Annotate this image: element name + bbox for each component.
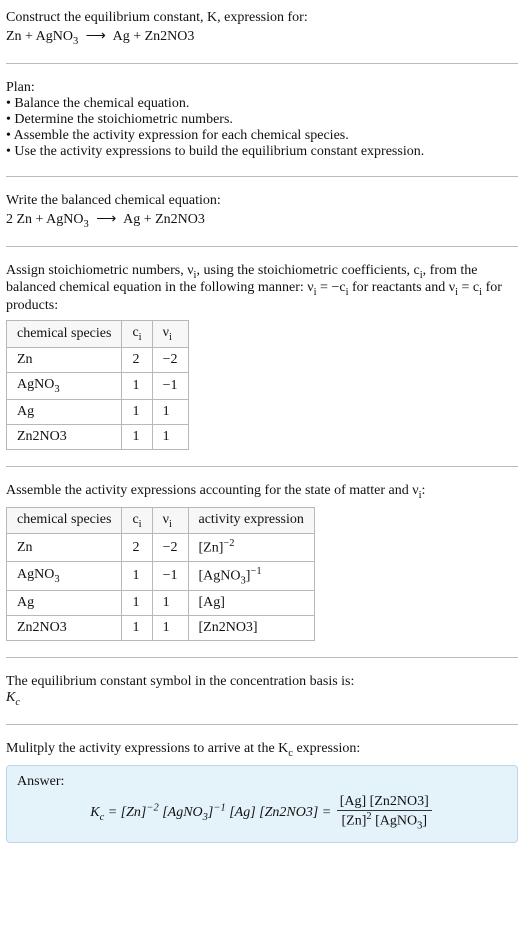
divider [6, 246, 518, 247]
stoich-table: chemical species ci νi Zn 2 −2 AgNO3 1 −… [6, 320, 189, 450]
multiply-text: Mulitply the activity expressions to arr… [6, 741, 518, 759]
cell: 1 [122, 424, 152, 449]
cell: 1 [122, 591, 152, 616]
cell: [Zn2NO3] [188, 616, 314, 641]
cell: Ag [7, 399, 122, 424]
col-header: ci [122, 321, 152, 348]
divider [6, 176, 518, 177]
divider [6, 724, 518, 725]
cell: 1 [122, 372, 152, 399]
kc-symbol: Kc [6, 690, 518, 708]
table-header-row: chemical species ci νi activity expressi… [7, 507, 315, 534]
arrow-icon: ⟶ [92, 212, 120, 227]
plan-item: • Assemble the activity expression for e… [6, 128, 518, 144]
fraction-denominator: [Zn]2 [AgNO3] [337, 811, 432, 831]
answer-box: Answer: Kc = [Zn]−2 [AgNO3]−1 [Ag] [Zn2N… [6, 765, 518, 842]
assign-text: Assign stoichiometric numbers, νi, using… [6, 263, 518, 315]
balanced-equation: 2 Zn + AgNO3 ⟶ Ag + Zn2NO3 [6, 211, 518, 230]
cell: 1 [152, 591, 188, 616]
eq-rhs: Ag + Zn2NO3 [123, 212, 205, 227]
plan-item: • Determine the stoichiometric numbers. [6, 112, 518, 128]
cell: −1 [152, 372, 188, 399]
table-row: AgNO3 1 −1 [7, 372, 189, 399]
col-header: νi [152, 507, 188, 534]
table-header-row: chemical species ci νi [7, 321, 189, 348]
table-row: Zn2NO3 1 1 [Zn2NO3] [7, 616, 315, 641]
col-header: νi [152, 321, 188, 348]
table-row: Ag 1 1 [Ag] [7, 591, 315, 616]
col-header: activity expression [188, 507, 314, 534]
plan-header: Plan: [6, 80, 518, 96]
col-header: chemical species [7, 507, 122, 534]
cell: Zn2NO3 [7, 424, 122, 449]
basis-text: The equilibrium constant symbol in the c… [6, 674, 518, 690]
cell: [AgNO3]−1 [188, 562, 314, 591]
balanced-header: Write the balanced chemical equation: [6, 193, 518, 209]
cell: Zn [7, 534, 122, 562]
cell: 1 [122, 616, 152, 641]
table-row: Ag 1 1 [7, 399, 189, 424]
answer-expression: Kc = [Zn]−2 [AgNO3]−1 [Ag] [Zn2NO3] = [A… [17, 794, 507, 831]
cell: [Zn]−2 [188, 534, 314, 562]
cell: AgNO3 [7, 562, 122, 591]
table-row: Zn2NO3 1 1 [7, 424, 189, 449]
col-header: chemical species [7, 321, 122, 348]
cell: Zn2NO3 [7, 616, 122, 641]
plan-item: • Balance the chemical equation. [6, 96, 518, 112]
assemble-text: Assemble the activity expressions accoun… [6, 483, 518, 501]
table-row: Zn 2 −2 [7, 347, 189, 372]
col-header: ci [122, 507, 152, 534]
cell: 1 [122, 562, 152, 591]
cell: AgNO3 [7, 372, 122, 399]
table-row: Zn 2 −2 [Zn]−2 [7, 534, 315, 562]
plan-item: • Use the activity expressions to build … [6, 144, 518, 160]
answer-left: Kc = [Zn]−2 [AgNO3]−1 [Ag] [Zn2NO3] = [90, 805, 331, 820]
arrow-icon: ⟶ [82, 29, 110, 44]
cell: 2 [122, 347, 152, 372]
cell: 1 [152, 399, 188, 424]
divider [6, 466, 518, 467]
eq-rhs: Ag + Zn2NO3 [113, 29, 195, 44]
table-row: AgNO3 1 −1 [AgNO3]−1 [7, 562, 315, 591]
title-line: Construct the equilibrium constant, K, e… [6, 10, 518, 26]
divider [6, 63, 518, 64]
unbalanced-equation: Zn + AgNO3 ⟶ Ag + Zn2NO3 [6, 28, 518, 47]
cell: 1 [122, 399, 152, 424]
cell: −1 [152, 562, 188, 591]
cell: 2 [122, 534, 152, 562]
cell: −2 [152, 347, 188, 372]
eq-lhs: 2 Zn + AgNO3 [6, 212, 89, 227]
cell: Zn [7, 347, 122, 372]
cell: [Ag] [188, 591, 314, 616]
cell: 1 [152, 616, 188, 641]
cell: Ag [7, 591, 122, 616]
divider [6, 657, 518, 658]
cell: 1 [152, 424, 188, 449]
fraction-numerator: [Ag] [Zn2NO3] [337, 794, 432, 811]
eq-lhs: Zn + AgNO3 [6, 29, 78, 44]
cell: −2 [152, 534, 188, 562]
activity-table: chemical species ci νi activity expressi… [6, 507, 315, 642]
answer-label: Answer: [17, 774, 507, 790]
answer-fraction: [Ag] [Zn2NO3] [Zn]2 [AgNO3] [335, 794, 434, 831]
